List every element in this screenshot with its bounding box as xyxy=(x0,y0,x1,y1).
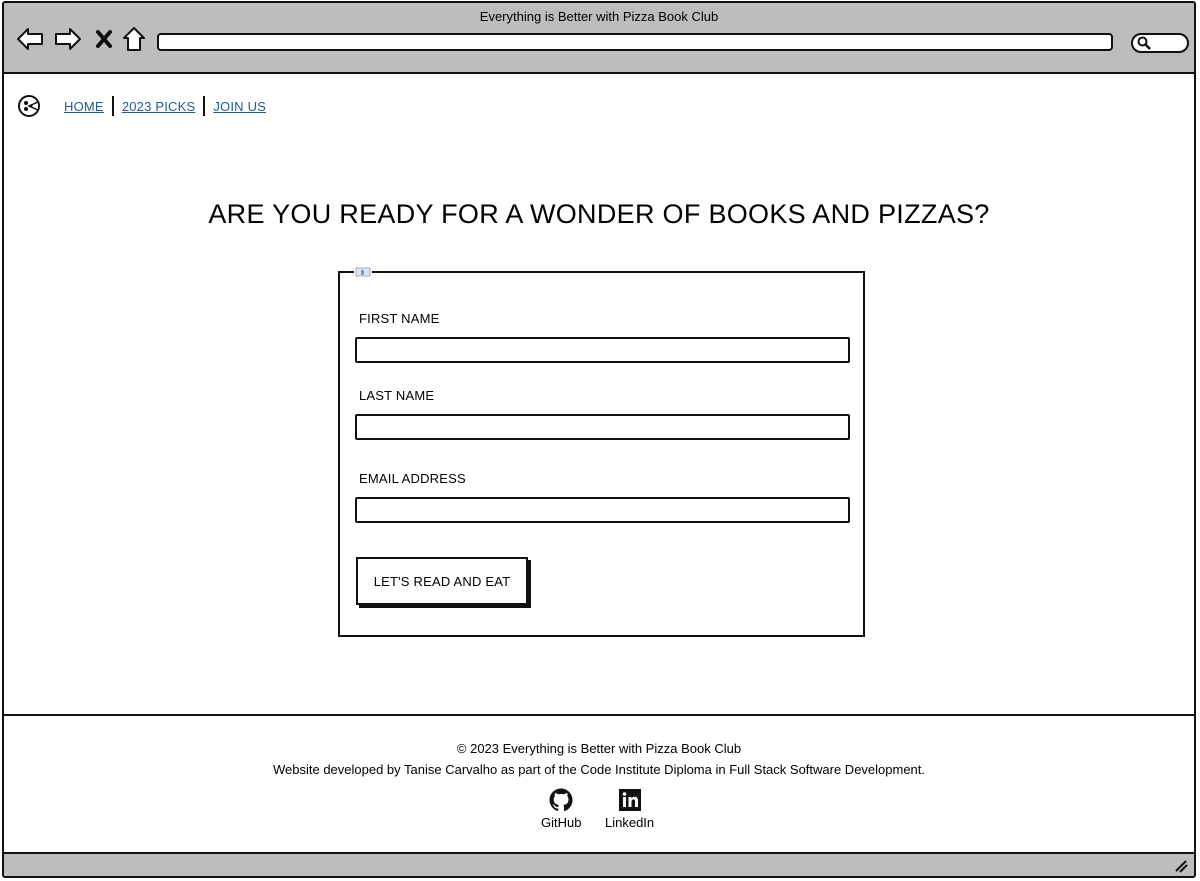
close-icon xyxy=(96,30,112,48)
first-name-input[interactable] xyxy=(355,337,850,363)
resize-grip-icon[interactable] xyxy=(1174,859,1188,873)
last-name-label: LAST NAME xyxy=(359,388,435,403)
linkedin-label: LinkedIn xyxy=(605,815,655,830)
linkedin-icon xyxy=(618,788,642,812)
linkedin-link[interactable]: LinkedIn xyxy=(605,788,654,830)
page-title: ARE YOU READY FOR A WONDER OF BOOKS AND … xyxy=(208,199,990,229)
github-label: GitHub xyxy=(541,815,582,830)
address-bar[interactable] xyxy=(157,33,1113,51)
first-name-label: FIRST NAME xyxy=(359,311,440,326)
arrow-right-icon xyxy=(55,28,81,50)
window-title: Everything is Better with Pizza Book Clu… xyxy=(479,9,719,24)
footer-credit: Website developed by Tanise Carvalho as … xyxy=(272,762,926,777)
footer-divider xyxy=(4,714,1194,716)
nav-link-2023-picks[interactable]: 2023 PICKS xyxy=(114,99,204,114)
forward-button[interactable] xyxy=(54,25,82,53)
site-logo[interactable] xyxy=(16,93,42,119)
home-icon xyxy=(123,27,145,51)
stop-button[interactable] xyxy=(90,25,118,53)
back-button[interactable] xyxy=(16,25,44,53)
last-name-input[interactable] xyxy=(355,414,850,440)
site-navbar: HOME 2023 PICKS JOIN US xyxy=(16,93,274,119)
nav-link-home[interactable]: HOME xyxy=(64,99,112,114)
email-label: EMAIL ADDRESS xyxy=(359,471,466,486)
arrow-left-icon xyxy=(17,28,43,50)
nav-link-join-us[interactable]: JOIN US xyxy=(205,99,274,114)
submit-button[interactable]: LET'S READ AND EAT xyxy=(356,557,528,605)
home-button[interactable] xyxy=(120,25,148,53)
pizza-logo-icon xyxy=(18,95,40,117)
email-input[interactable] xyxy=(355,497,850,523)
browser-toolbar: Everything is Better with Pizza Book Clu… xyxy=(4,3,1194,74)
signup-form: FIRST NAME LAST NAME EMAIL ADDRESS LET'S… xyxy=(338,266,865,637)
footer-copyright: © 2023 Everything is Better with Pizza B… xyxy=(456,741,742,756)
browser-statusbar xyxy=(4,852,1194,876)
browser-search-button[interactable] xyxy=(1131,33,1189,53)
github-icon xyxy=(549,788,573,812)
browser-window: Everything is Better with Pizza Book Clu… xyxy=(2,1,1196,878)
image-placeholder-icon xyxy=(354,266,372,278)
search-icon xyxy=(1137,36,1151,50)
github-link[interactable]: GitHub xyxy=(541,788,581,830)
